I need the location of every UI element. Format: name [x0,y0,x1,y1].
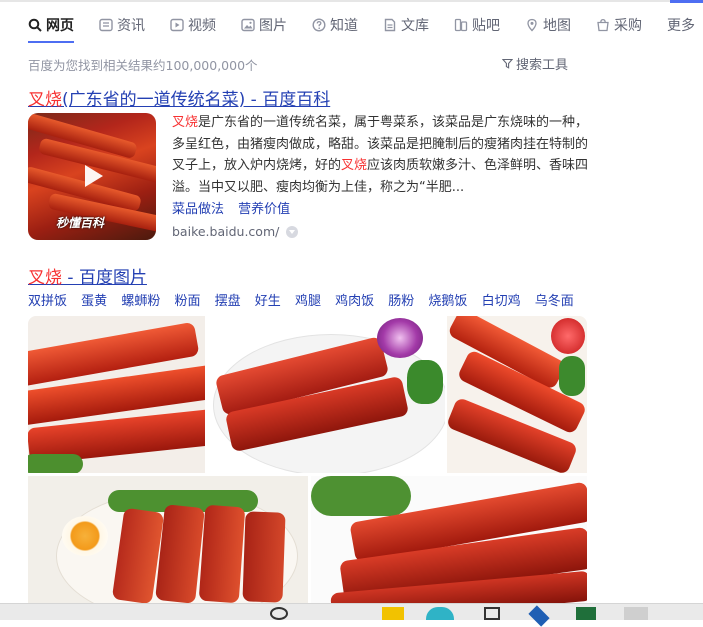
search-tabs: 网页 资讯 视频 图片 知道 文库 贴吧 地图 采购 更多 [0,10,703,44]
tieba-icon [454,18,468,32]
news-icon [99,18,113,32]
sublink-nutrition[interactable]: 营养价值 [238,202,290,217]
video-icon [170,18,184,32]
image-tag[interactable]: 白切鸡 [482,294,521,309]
play-icon [85,165,103,187]
filter-icon [502,58,513,69]
result-sublinks: 菜品做法 营养价值 [172,198,300,217]
tab-video[interactable]: 视频 [170,14,216,36]
tools-label: 搜索工具 [516,58,569,73]
image-tags: 双拼饭 蛋黄 螺蛳粉 粉面 摆盘 好生 鸡腿 鸡肉饭 肠粉 烧鹅饭 白切鸡 乌冬… [28,290,584,309]
question-icon [312,18,326,32]
title-keyword: 叉烧 [28,268,62,288]
map-icon [527,18,537,32]
image-tag[interactable]: 粉面 [174,294,200,309]
browser-icon[interactable] [426,607,454,620]
grey-app-icon[interactable] [624,607,648,620]
green-app-icon[interactable] [576,607,596,620]
top-border [0,0,703,3]
image-tag[interactable]: 蛋黄 [81,294,107,309]
title-rest: (广东省的一道传统名菜) - 百度百科 [62,90,331,110]
active-tab-indicator [28,41,74,43]
tab-label: 图片 [259,18,287,34]
miaodong-baike-logo: 秒懂百科 [56,216,105,230]
tab-wenku[interactable]: 文库 [383,14,429,36]
tab-label: 采购 [614,18,642,34]
result-title-images[interactable]: 叉烧 - 百度图片 [28,263,147,288]
tab-news[interactable]: 资讯 [99,14,145,36]
image-tag[interactable]: 乌冬面 [535,294,574,309]
tab-label: 资讯 [117,18,145,34]
image-tag[interactable]: 烧鹅饭 [428,294,467,309]
search-box-bottom-edge [0,0,670,2]
image-tag[interactable]: 鸡肉饭 [335,294,374,309]
edge-app-icon[interactable] [528,605,550,627]
tab-map[interactable]: 地图 [525,14,571,36]
abstract-keyword: 叉烧 [172,115,199,130]
app-icon[interactable] [484,607,500,620]
tab-label: 知道 [330,18,358,34]
image-tag[interactable]: 好生 [255,294,281,309]
abstract-keyword: 叉烧 [341,158,368,173]
tab-label: 更多 [667,18,695,34]
search-taskbar-icon[interactable] [270,607,288,620]
video-thumbnail[interactable]: 秒懂百科 [28,113,156,240]
tab-web[interactable]: 网页 [28,14,74,36]
image-tag[interactable]: 螺蛳粉 [121,294,160,309]
image-result-4[interactable] [28,476,308,603]
tab-zhidao[interactable]: 知道 [312,14,358,36]
image-tag[interactable]: 双拼饭 [28,294,67,309]
image-result-3[interactable] [447,316,587,473]
shopping-icon [597,18,609,32]
image-icon [241,18,255,32]
tab-tieba[interactable]: 贴吧 [454,14,500,36]
tab-images[interactable]: 图片 [241,14,287,36]
image-result-2[interactable] [207,316,445,473]
title-rest: - 百度图片 [62,268,147,288]
tab-shopping[interactable]: 采购 [596,14,642,36]
image-tag[interactable]: 鸡腿 [295,294,321,309]
result-count: 百度为您找到相关结果约100,000,000个 [28,58,258,73]
tab-label: 视频 [188,18,216,34]
image-tag[interactable]: 肠粉 [388,294,414,309]
search-icon [28,18,42,32]
image-result-1[interactable] [28,316,205,473]
source-dropdown-icon[interactable] [286,225,299,238]
tab-label: 贴吧 [472,18,500,34]
result-abstract: 叉烧是广东省的一道传统名菜，属于粤菜系，该菜品是广东烧味的一种，多呈红色，由猪瘦… [172,112,592,198]
document-icon [384,18,396,32]
search-tools-button[interactable]: 搜索工具 [502,54,568,73]
tab-label: 文库 [401,18,429,34]
taskbar [0,603,703,627]
tab-label: 地图 [543,18,571,34]
tab-label: 网页 [46,18,74,34]
image-tag[interactable]: 摆盘 [215,294,241,309]
search-button-edge [670,0,703,3]
tab-more[interactable]: 更多 [667,14,695,36]
sublink-recipe[interactable]: 菜品做法 [172,202,224,217]
result-title-baike[interactable]: 叉烧(广东省的一道传统名菜) - 百度百科 [28,85,330,110]
result-source: baike.baidu.com/ [172,224,299,239]
source-url[interactable]: baike.baidu.com/ [172,224,279,239]
file-explorer-icon[interactable] [382,607,404,620]
title-keyword: 叉烧 [28,90,62,110]
image-result-5[interactable] [311,476,587,603]
